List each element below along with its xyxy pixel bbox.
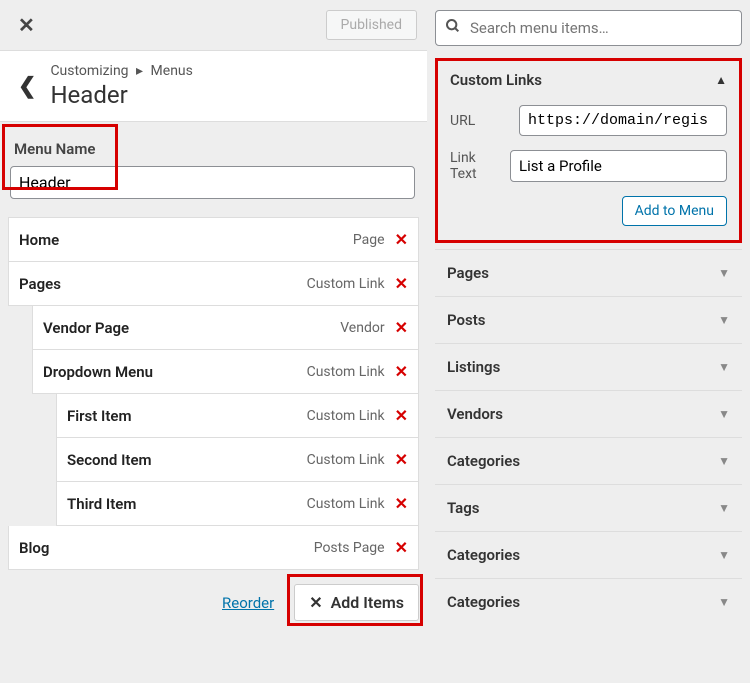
reorder-link[interactable]: Reorder xyxy=(222,594,274,612)
accordion-label: Pages xyxy=(447,264,489,282)
menu-item-label: Second Item xyxy=(67,451,152,469)
url-label: URL xyxy=(450,113,511,129)
accordion-item[interactable]: Tags ▼ xyxy=(435,484,742,531)
accordion-item[interactable]: Vendors ▼ xyxy=(435,390,742,437)
menu-item-type: Custom Link xyxy=(307,276,385,292)
remove-icon[interactable]: ✕ xyxy=(395,538,408,557)
chevron-down-icon: ▼ xyxy=(718,454,730,468)
link-text-label: Link Text xyxy=(450,150,502,182)
accordion-label: Categories xyxy=(447,452,520,470)
link-text-input[interactable] xyxy=(510,150,727,182)
close-icon: ✕ xyxy=(309,593,322,612)
menu-item-type: Page xyxy=(353,232,385,248)
remove-icon[interactable]: ✕ xyxy=(395,274,408,293)
menu-item-label: Home xyxy=(19,231,59,249)
remove-icon[interactable]: ✕ xyxy=(395,406,408,425)
accordion-label: Categories xyxy=(447,593,520,611)
menu-name-input[interactable] xyxy=(10,166,415,199)
menu-item-label: Blog xyxy=(19,539,49,557)
accordion-label: Categories xyxy=(447,546,520,564)
accordion-label: Listings xyxy=(447,358,500,376)
chevron-down-icon: ▼ xyxy=(718,595,730,609)
menu-item[interactable]: Pages Custom Link ✕ xyxy=(8,262,419,306)
menu-item[interactable]: Home Page ✕ xyxy=(8,217,419,262)
add-items-label: Add Items xyxy=(331,593,404,612)
add-items-button[interactable]: ✕ Add Items xyxy=(294,584,419,621)
accordion-item[interactable]: Posts ▼ xyxy=(435,296,742,343)
remove-icon[interactable]: ✕ xyxy=(395,318,408,337)
menu-item-label: Dropdown Menu xyxy=(43,363,153,381)
chevron-down-icon: ▼ xyxy=(718,407,730,421)
accordion-label: Posts xyxy=(447,311,485,329)
menu-item[interactable]: Vendor Page Vendor ✕ xyxy=(32,306,419,350)
menu-item-type: Vendor xyxy=(340,320,384,336)
add-to-menu-button[interactable]: Add to Menu xyxy=(622,196,727,226)
menu-item-type: Custom Link xyxy=(307,452,385,468)
accordion-item[interactable]: Listings ▼ xyxy=(435,343,742,390)
accordion-label: Vendors xyxy=(447,405,503,423)
menu-name-label: Menu Name xyxy=(6,134,101,166)
custom-links-header[interactable]: Custom Links ▲ xyxy=(438,61,739,99)
search-icon xyxy=(445,18,461,38)
menu-item-type: Posts Page xyxy=(314,540,385,556)
chevron-down-icon: ▼ xyxy=(718,313,730,327)
breadcrumb-separator-icon: ▸ xyxy=(136,63,143,79)
custom-links-title: Custom Links xyxy=(450,71,542,89)
menu-item-label: Vendor Page xyxy=(43,319,129,337)
chevron-down-icon: ▼ xyxy=(718,548,730,562)
accordion-item[interactable]: Categories ▼ xyxy=(435,578,742,625)
chevron-down-icon: ▼ xyxy=(718,360,730,374)
accordion-label: Tags xyxy=(447,499,480,517)
menu-item-type: Custom Link xyxy=(307,496,385,512)
menu-item[interactable]: Third Item Custom Link ✕ xyxy=(56,482,419,526)
remove-icon[interactable]: ✕ xyxy=(395,230,408,249)
accordion-item[interactable]: Categories ▼ xyxy=(435,531,742,578)
back-icon[interactable]: ❮ xyxy=(4,68,50,105)
menu-item-type: Custom Link xyxy=(307,364,385,380)
breadcrumb: Customizing ▸ Menus xyxy=(50,63,192,79)
breadcrumb-level-1: Customizing xyxy=(50,63,128,79)
menu-item-label: First Item xyxy=(67,407,131,425)
page-title: Header xyxy=(50,81,192,109)
chevron-up-icon: ▲ xyxy=(715,73,727,87)
remove-icon[interactable]: ✕ xyxy=(395,494,408,513)
chevron-down-icon: ▼ xyxy=(718,266,730,280)
menu-item[interactable]: Second Item Custom Link ✕ xyxy=(56,438,419,482)
accordion-item[interactable]: Categories ▼ xyxy=(435,437,742,484)
published-button[interactable]: Published xyxy=(326,10,417,40)
menu-item-label: Third Item xyxy=(67,495,136,513)
remove-icon[interactable]: ✕ xyxy=(395,362,408,381)
menu-item[interactable]: Blog Posts Page ✕ xyxy=(8,526,419,570)
menu-item[interactable]: First Item Custom Link ✕ xyxy=(56,394,419,438)
menu-item-type: Custom Link xyxy=(307,408,385,424)
close-icon[interactable]: ✕ xyxy=(10,9,43,41)
menu-item-label: Pages xyxy=(19,275,61,293)
chevron-down-icon: ▼ xyxy=(718,501,730,515)
url-input[interactable] xyxy=(519,105,727,136)
remove-icon[interactable]: ✕ xyxy=(395,450,408,469)
search-input[interactable] xyxy=(435,10,742,46)
breadcrumb-level-2: Menus xyxy=(151,63,193,79)
accordion-item[interactable]: Pages ▼ xyxy=(435,249,742,296)
menu-item[interactable]: Dropdown Menu Custom Link ✕ xyxy=(32,350,419,394)
